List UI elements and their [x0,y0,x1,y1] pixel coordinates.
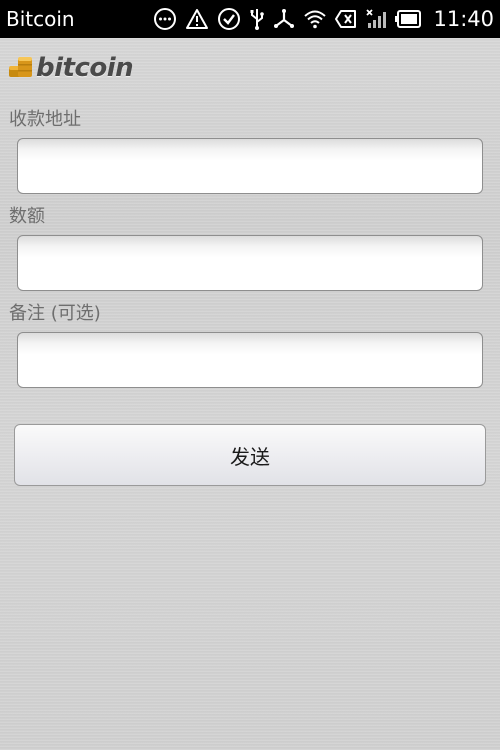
warning-icon [185,8,209,30]
wifi-icon [303,9,327,29]
status-app-title: Bitcoin [6,7,75,31]
check-circle-icon [217,7,241,31]
address-label: 收款地址 [9,109,81,130]
send-button[interactable]: 发送 [14,424,486,486]
coin-stack-icon [8,53,34,83]
more-circle-icon [153,7,177,31]
address-input[interactable] [17,138,483,194]
amount-label: 数额 [9,206,45,227]
status-icons: 11:40 [153,0,494,38]
logo-text: bitcoin [36,53,134,83]
status-bar: Bitcoin 11:40 [0,0,500,38]
signal-icon [365,8,387,30]
share-icon [273,8,295,30]
usb-icon [249,7,265,31]
battery-icon [395,10,422,28]
amount-input[interactable] [17,235,483,291]
note-input[interactable] [17,332,483,388]
no-sim-icon [335,9,357,29]
status-time: 11:40 [433,7,494,31]
note-label: 备注 (可选) [9,303,101,324]
bitcoin-logo: bitcoin [8,52,134,84]
